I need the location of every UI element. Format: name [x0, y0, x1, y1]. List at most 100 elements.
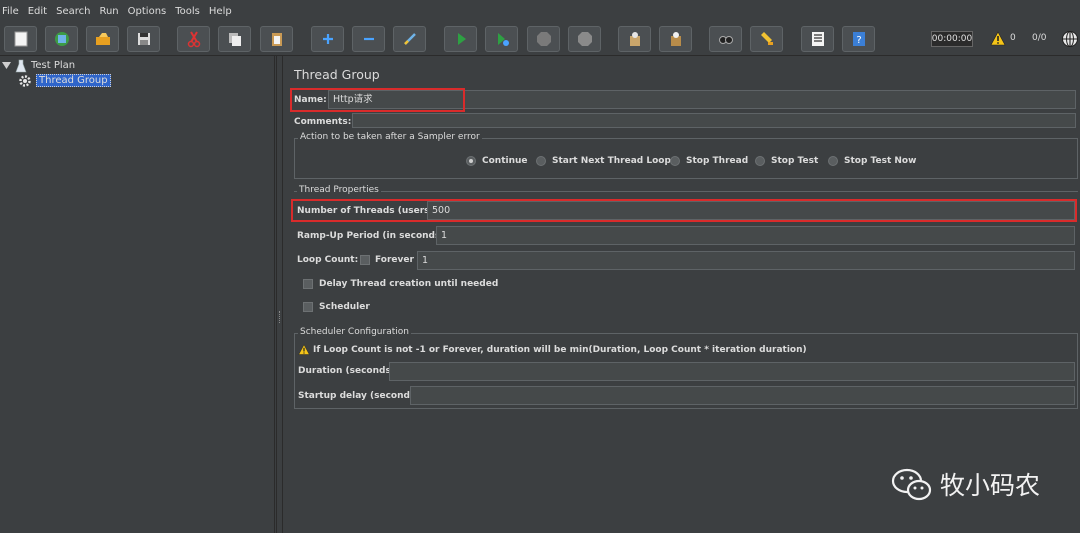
save-icon: [137, 33, 150, 45]
copy-button[interactable]: [218, 26, 251, 52]
svg-text:?: ?: [856, 35, 861, 46]
menu-run[interactable]: Run: [99, 6, 118, 17]
menu-tools[interactable]: Tools: [175, 6, 200, 17]
radio-start-next-thread-loop[interactable]: Start Next Thread Loop: [536, 156, 671, 166]
loop-count-label: Loop Count:: [297, 255, 359, 265]
active-thread-count: 0/0: [1032, 33, 1047, 43]
paste-button[interactable]: [260, 26, 293, 52]
new-icon: [14, 31, 27, 47]
radio-stop-test[interactable]: Stop Test: [755, 156, 818, 166]
stop-icon: [536, 32, 551, 46]
start-button[interactable]: [444, 26, 477, 52]
reset-search-icon: [760, 32, 773, 45]
radio-label: Stop Test Now: [844, 156, 917, 166]
cut-icon: [187, 31, 200, 48]
radio-button[interactable]: [670, 156, 680, 166]
radio-stop-thread[interactable]: Stop Thread: [670, 156, 748, 166]
clear-icon: [629, 32, 640, 46]
forever-checkbox[interactable]: [360, 255, 370, 265]
menu-options[interactable]: Options: [128, 6, 167, 17]
collapse-icon: [363, 37, 374, 41]
chevron-down-icon[interactable]: [2, 61, 11, 70]
tree-item-label: Test Plan: [31, 60, 76, 71]
scheduler-warning-text: If Loop Count is not -1 or Forever, dura…: [313, 345, 807, 355]
help-icon: ?: [852, 32, 865, 46]
duration-field[interactable]: [389, 362, 1075, 381]
clear-button[interactable]: [618, 26, 651, 52]
startup-delay-label: Startup delay (seconds): [298, 391, 420, 401]
tree-item-thread-group[interactable]: Thread Group: [18, 73, 111, 88]
divider-grip[interactable]: [279, 311, 281, 323]
menu-file[interactable]: File: [2, 6, 19, 17]
forever-label: Forever: [375, 255, 414, 265]
radio-button[interactable]: [755, 156, 765, 166]
highlight-box: [291, 199, 1077, 222]
toggle-button[interactable]: [393, 26, 426, 52]
radio-button[interactable]: [828, 156, 838, 166]
toolbar: ?: [0, 22, 1080, 56]
copy-icon: [228, 33, 241, 46]
radio-continue[interactable]: Continue: [466, 156, 528, 166]
warning-icon[interactable]: [990, 31, 1006, 47]
clear-all-icon: [670, 32, 681, 46]
reset-search-button[interactable]: [750, 26, 783, 52]
remote-globe-icon[interactable]: [1061, 30, 1079, 48]
watermark-text: 牧小码农: [940, 471, 1041, 500]
radio-stop-test-now[interactable]: Stop Test Now: [828, 156, 916, 166]
sampler-error-legend: Action to be taken after a Sampler error: [298, 132, 482, 142]
clear-all-button[interactable]: [659, 26, 692, 52]
split-pane-divider[interactable]: [276, 56, 283, 533]
elapsed-timer: 00:00:00: [931, 31, 973, 47]
thread-properties-legend: Thread Properties: [297, 185, 381, 195]
start-no-pause-icon: [497, 33, 509, 46]
templates-button[interactable]: [45, 26, 78, 52]
search-button[interactable]: [709, 26, 742, 52]
comments-label: Comments:: [294, 117, 352, 127]
open-icon: [95, 33, 110, 45]
shutdown-button[interactable]: [568, 26, 601, 52]
templates-icon: [54, 32, 69, 46]
scheduler-config-legend: Scheduler Configuration: [298, 327, 411, 337]
scheduler-checkbox[interactable]: [303, 302, 313, 312]
start-no-pause-button[interactable]: [485, 26, 518, 52]
function-helper-button[interactable]: [801, 26, 834, 52]
loop-count-field[interactable]: 1: [417, 251, 1075, 270]
duration-label: Duration (seconds): [298, 366, 395, 376]
new-button[interactable]: [4, 26, 37, 52]
test-plan-tree: Test Plan Thread Group: [0, 56, 275, 533]
collapse-button[interactable]: [352, 26, 385, 52]
stop-button[interactable]: [527, 26, 560, 52]
rampup-label: Ramp-Up Period (in seconds):: [297, 231, 449, 241]
save-button[interactable]: [127, 26, 160, 52]
search-icon: [718, 36, 733, 44]
highlight-box: [290, 88, 465, 112]
expand-button[interactable]: [311, 26, 344, 52]
tree-item-test-plan[interactable]: Test Plan: [2, 58, 75, 73]
startup-delay-field[interactable]: [410, 386, 1075, 405]
help-button[interactable]: ?: [842, 26, 875, 52]
scheduler-label: Scheduler: [319, 302, 370, 312]
radio-button[interactable]: [536, 156, 546, 166]
delay-thread-label: Delay Thread creation until needed: [319, 279, 499, 289]
menu-search[interactable]: Search: [56, 6, 90, 17]
menu-edit[interactable]: Edit: [28, 6, 47, 17]
start-icon: [457, 33, 466, 45]
menu-bar: File Edit Search Run Options Tools Help: [0, 0, 1080, 22]
warning-icon: [298, 344, 310, 355]
menu-help[interactable]: Help: [209, 6, 232, 17]
function-helper-icon: [811, 32, 824, 46]
shutdown-icon: [577, 32, 592, 46]
comments-field[interactable]: [352, 113, 1076, 128]
radio-label: Stop Test: [771, 156, 819, 166]
thread-group-panel: Thread Group Name: Http请求 Comments: Acti…: [284, 56, 1080, 533]
paste-icon: [271, 33, 282, 46]
gear-icon: [19, 74, 31, 87]
radio-button[interactable]: [466, 156, 476, 166]
warning-count: 0: [1010, 33, 1016, 43]
watermark: 牧小码农: [890, 466, 1040, 502]
tree-item-label: Thread Group: [36, 74, 111, 87]
delay-thread-checkbox[interactable]: [303, 279, 313, 289]
rampup-field[interactable]: 1: [436, 226, 1075, 245]
cut-button[interactable]: [177, 26, 210, 52]
open-button[interactable]: [86, 26, 119, 52]
